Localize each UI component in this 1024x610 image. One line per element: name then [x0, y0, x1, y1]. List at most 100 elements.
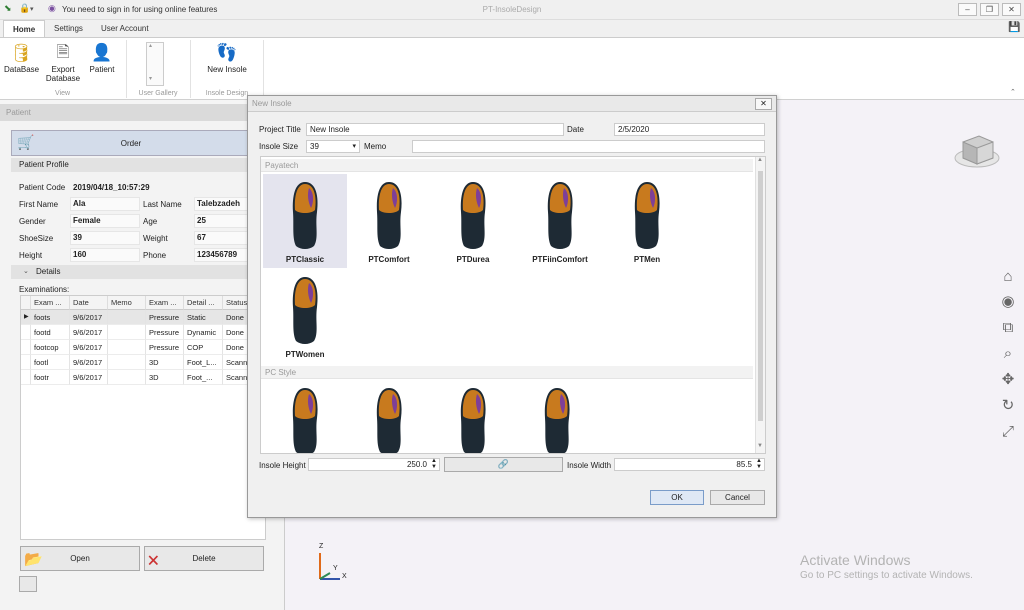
column-header[interactable]: Exam ... — [31, 296, 70, 310]
axis-y-label: Y — [333, 565, 338, 572]
age-field[interactable]: 25 — [194, 214, 248, 228]
link-dimensions-button[interactable]: 🔗 — [444, 457, 563, 472]
small-action-button[interactable] — [19, 576, 37, 592]
tab-home[interactable]: Home — [3, 20, 46, 37]
insole-tile-ptmen[interactable]: PTMen — [605, 174, 689, 268]
table-cell — [108, 355, 146, 370]
date-label: Date — [567, 125, 584, 134]
insole-size-select[interactable]: 39 ▾ — [306, 140, 360, 153]
export-database-button[interactable]: 🗎 Export Database — [44, 41, 82, 83]
tab-user-account[interactable]: User Account — [92, 20, 158, 37]
close-window-button[interactable]: ✕ — [1002, 3, 1021, 16]
zoom-window-icon[interactable]: ⧉ — [999, 319, 1017, 337]
gender-field[interactable]: Female — [70, 214, 140, 228]
new-insole-button[interactable]: 👣 New Insole — [204, 41, 250, 74]
spin-arrows-icon[interactable]: ▲ ▼ — [431, 458, 437, 470]
date-input[interactable]: 2/5/2020 — [614, 123, 765, 136]
open-button[interactable]: 📂 Open — [20, 546, 140, 571]
chain-link-icon: 🔗 — [497, 459, 510, 469]
insole-tile-ptdurea[interactable]: PTDurea — [431, 174, 515, 268]
insole-height-input[interactable]: 250.0 ▲ ▼ — [308, 458, 440, 471]
column-header[interactable]: Date — [70, 296, 108, 310]
memo-input[interactable] — [412, 140, 765, 153]
ok-button[interactable]: OK — [650, 490, 704, 505]
insole-width-value: 85.5 — [736, 460, 752, 469]
table-cell: 9/6/2017 — [70, 310, 108, 325]
delete-button[interactable]: 🗙 Delete — [144, 546, 264, 571]
dialog-close-button[interactable]: ✕ — [755, 98, 772, 110]
row-indicator — [21, 370, 31, 385]
table-row[interactable]: footl 9/6/2017 3D Foot_L... Scann — [21, 355, 265, 370]
first-name-field[interactable]: Ala — [70, 197, 140, 211]
last-name-field[interactable]: Talebzadeh — [194, 197, 248, 211]
app-title: PT-InsoleDesign — [482, 5, 542, 14]
insole-width-input[interactable]: 85.5 ▲ ▼ — [614, 458, 765, 471]
scroll-down-icon[interactable]: ▼ — [757, 443, 763, 449]
zoom-icon[interactable]: ⌕ — [999, 345, 1017, 363]
patient-button[interactable]: 👤 Patient — [87, 41, 117, 74]
table-cell — [108, 340, 146, 355]
save-icon[interactable]: 💾 — [1008, 22, 1020, 33]
minimize-button[interactable]: – — [958, 3, 977, 16]
database-button[interactable]: 🛢 DataBase — [4, 41, 39, 74]
cancel-button[interactable]: Cancel — [710, 490, 765, 505]
phone-field[interactable]: 123456789 — [194, 248, 248, 262]
table-cell: Pressure — [146, 325, 184, 340]
insole-gallery[interactable]: Payatech PTClassic PTComfort PTDurea PTF… — [260, 156, 766, 454]
insole-tile[interactable] — [515, 380, 599, 453]
table-cell — [108, 370, 146, 385]
examinations-table[interactable]: Exam ... Date Memo Exam ... Detail ... S… — [20, 295, 266, 540]
insole-tile[interactable] — [263, 380, 347, 453]
project-title-input[interactable]: New Insole — [306, 123, 564, 136]
order-button[interactable]: 🛒 Order — [11, 130, 251, 156]
tab-settings[interactable]: Settings — [45, 20, 92, 37]
column-header[interactable]: Exam ... — [146, 296, 184, 310]
gallery-expand-icon[interactable]: ▾ — [149, 75, 152, 82]
insole-height-value: 250.0 — [406, 460, 427, 469]
group-label-gallery: User Gallery — [138, 90, 178, 97]
insole-tile[interactable] — [347, 380, 431, 453]
scroll-thumb[interactable] — [758, 171, 763, 421]
shoesize-field[interactable]: 39 — [70, 231, 140, 245]
table-cell — [108, 310, 146, 325]
table-cell: 3D — [146, 355, 184, 370]
table-cell: 3D — [146, 370, 184, 385]
insole-tile-ptclassic[interactable]: PTClassic — [263, 174, 347, 268]
rotate-icon[interactable]: ↻ — [999, 397, 1017, 415]
table-row[interactable]: footr 9/6/2017 3D Foot_... Scann — [21, 370, 265, 385]
insole-tile-ptcomfort[interactable]: PTComfort — [347, 174, 431, 268]
shoesize-label: ShoeSize — [19, 234, 54, 243]
table-cell: COP — [184, 340, 223, 355]
table-cell: footd — [31, 325, 70, 340]
gallery-scrollbar[interactable]: ▲ ▼ — [755, 157, 765, 453]
scroll-up-icon[interactable]: ▲ — [757, 157, 763, 163]
eye-icon[interactable]: ◉ — [999, 293, 1017, 311]
home-icon[interactable]: ⌂ — [999, 268, 1017, 286]
column-header[interactable]: Memo — [108, 296, 146, 310]
table-cell: 9/6/2017 — [70, 340, 108, 355]
view-cube[interactable] — [953, 128, 1001, 172]
table-row[interactable]: ▶ foots 9/6/2017 Pressure Static Done — [21, 310, 265, 325]
spin-arrows-icon[interactable]: ▲ ▼ — [756, 458, 762, 470]
table-row[interactable]: footd 9/6/2017 Pressure Dynamic Done — [21, 325, 265, 340]
age-label: Age — [143, 217, 158, 226]
group-separator — [263, 40, 264, 98]
table-row[interactable]: footcop 9/6/2017 Pressure COP Done — [21, 340, 265, 355]
fullscreen-icon[interactable]: ⤢ — [999, 423, 1017, 441]
pan-icon[interactable]: ✥ — [999, 371, 1017, 389]
insole-tile-ptfiincomfort[interactable]: PTFiinComfort — [515, 174, 605, 268]
column-header[interactable]: Detail ... — [184, 296, 223, 310]
insole-tile-ptwomen[interactable]: PTWomen — [263, 269, 347, 363]
insole-name: PTDurea — [456, 255, 490, 264]
details-header[interactable]: ⌄ Details — [11, 265, 251, 279]
weight-field[interactable]: 67 — [194, 231, 248, 245]
collapse-ribbon-icon[interactable]: ⌃ — [1010, 88, 1016, 96]
project-title-label: Project Title — [259, 125, 301, 134]
gallery-scroll-up-icon[interactable]: ▴ — [149, 42, 152, 49]
database-icon: 🛢 — [9, 43, 33, 63]
user-gallery[interactable]: ▴ ▾ — [146, 42, 164, 86]
height-field[interactable]: 160 — [70, 248, 140, 262]
row-indicator — [21, 340, 31, 355]
restore-button[interactable]: ❐ — [980, 3, 999, 16]
insole-tile[interactable] — [431, 380, 515, 453]
